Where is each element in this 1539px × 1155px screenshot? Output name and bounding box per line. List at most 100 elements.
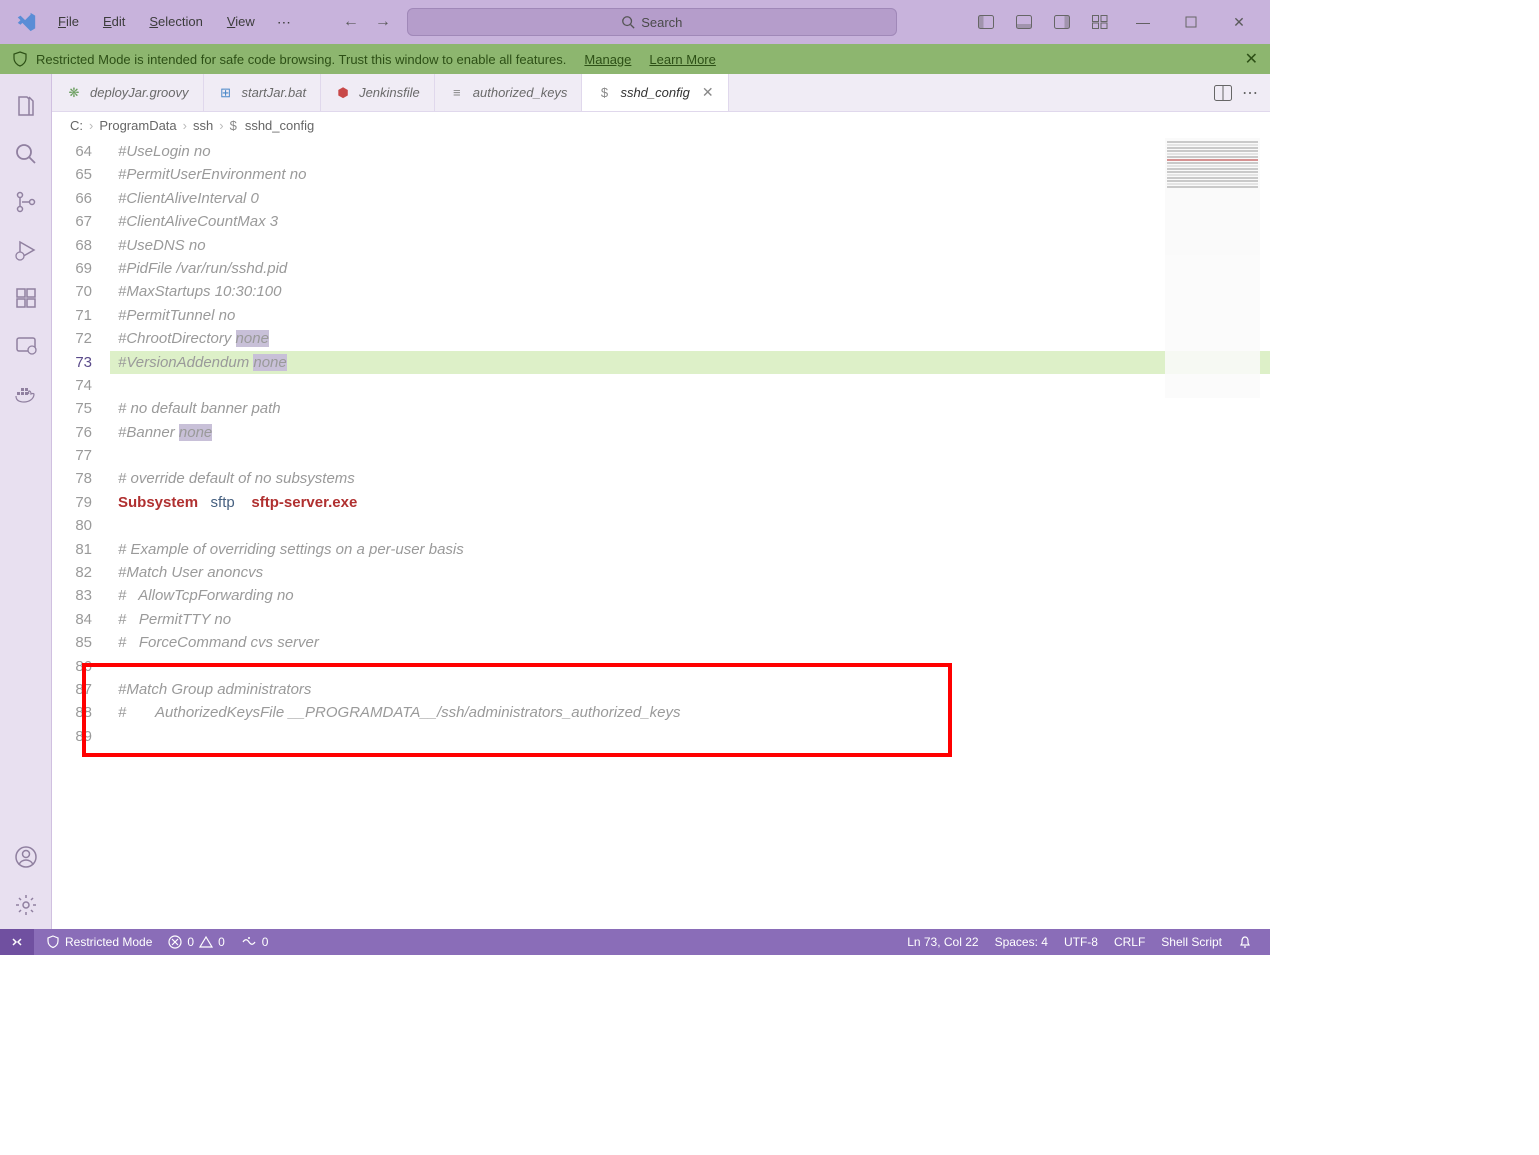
code-line[interactable] [110, 725, 1270, 748]
accounts-icon[interactable] [2, 833, 50, 881]
status-ports[interactable]: 0 [233, 935, 277, 949]
status-errors-count: 0 [187, 935, 194, 949]
tab-startjar[interactable]: ⊞ startJar.bat [204, 74, 322, 111]
status-notifications-icon[interactable] [1230, 935, 1260, 949]
run-debug-icon[interactable] [2, 226, 50, 274]
groovy-file-icon: ❋ [66, 85, 82, 101]
window-close-icon[interactable]: ✕ [1216, 4, 1262, 40]
code-line[interactable] [110, 444, 1270, 467]
tab-deployjar[interactable]: ❋ deployJar.groovy [52, 74, 204, 111]
breadcrumb-drive[interactable]: C: [70, 118, 83, 133]
customize-layout-icon[interactable] [1082, 8, 1118, 36]
vscode-logo-icon [14, 10, 38, 34]
extensions-icon[interactable] [2, 274, 50, 322]
code-line[interactable]: # PermitTTY no [110, 608, 1270, 631]
code-line[interactable]: #Match Group administrators [110, 678, 1270, 701]
code-line[interactable]: #VersionAddendum none [110, 351, 1270, 374]
remote-indicator[interactable] [0, 929, 34, 955]
code-line[interactable]: # Example of overriding settings on a pe… [110, 538, 1270, 561]
code-line[interactable]: # override default of no subsystems [110, 467, 1270, 490]
code-line[interactable]: #Match User anoncvs [110, 561, 1270, 584]
status-restricted-mode[interactable]: Restricted Mode [38, 935, 160, 949]
dollar-file-icon: $ [596, 85, 612, 101]
status-problems[interactable]: 0 0 [160, 935, 232, 949]
search-activity-icon[interactable] [2, 130, 50, 178]
layout-panel-left-icon[interactable] [968, 8, 1004, 36]
status-cursor-position[interactable]: Ln 73, Col 22 [899, 935, 986, 949]
dollar-file-icon: $ [230, 118, 237, 133]
tab-label: authorized_keys [473, 85, 568, 100]
banner-learn-link[interactable]: Learn More [649, 52, 715, 67]
banner-close-icon[interactable]: ✕ [1245, 49, 1258, 69]
tab-jenkinsfile[interactable]: ⬢ Jenkinsfile [321, 74, 435, 111]
status-restricted-label: Restricted Mode [65, 935, 152, 949]
source-control-icon[interactable] [2, 178, 50, 226]
code-line[interactable]: #ClientAliveCountMax 3 [110, 210, 1270, 233]
code-line[interactable]: #UseLogin no [110, 140, 1270, 163]
nav-back-icon[interactable]: ← [339, 10, 363, 34]
remote-explorer-icon[interactable] [2, 322, 50, 370]
code-line[interactable]: # AllowTcpForwarding no [110, 584, 1270, 607]
restricted-mode-banner: Restricted Mode is intended for safe cod… [0, 44, 1270, 74]
nav-forward-icon[interactable]: → [371, 10, 395, 34]
tab-label: startJar.bat [242, 85, 307, 100]
code-line[interactable]: #PermitUserEnvironment no [110, 163, 1270, 186]
code-line[interactable]: #ClientAliveInterval 0 [110, 187, 1270, 210]
menu-overflow[interactable]: ⋯ [269, 10, 299, 35]
menu-selection[interactable]: Selection [139, 10, 212, 35]
menu-edit[interactable]: Edit [93, 10, 135, 35]
code-line[interactable]: #MaxStartups 10:30:100 [110, 280, 1270, 303]
status-encoding[interactable]: UTF-8 [1056, 935, 1106, 949]
tab-authorizedkeys[interactable]: ≡ authorized_keys [435, 74, 583, 111]
menu-file[interactable]: File [48, 10, 89, 35]
editor-body[interactable]: 6465666768697071727374757677787980818283… [52, 138, 1270, 929]
status-eol[interactable]: CRLF [1106, 935, 1153, 949]
tab-more-icon[interactable]: ⋯ [1242, 83, 1258, 103]
code-line[interactable]: #UseDNS no [110, 234, 1270, 257]
editor-tabs: ❋ deployJar.groovy ⊞ startJar.bat ⬢ Jenk… [52, 74, 1270, 112]
code-line[interactable]: Subsystem sftp sftp-server.exe [110, 491, 1270, 514]
bat-file-icon: ⊞ [218, 85, 234, 101]
status-bar: Restricted Mode 0 0 0 Ln 73, Col 22 Spac… [0, 929, 1270, 955]
code-line[interactable]: # ForceCommand cvs server [110, 631, 1270, 654]
menu-bar: File Edit Selection View ⋯ [48, 10, 299, 35]
code-line[interactable]: # no default banner path [110, 397, 1270, 420]
settings-gear-icon[interactable] [2, 881, 50, 929]
status-language[interactable]: Shell Script [1153, 935, 1230, 949]
breadcrumb-ssh[interactable]: ssh [193, 118, 213, 133]
tab-label: sshd_config [620, 85, 689, 100]
breadcrumb-programdata[interactable]: ProgramData [99, 118, 176, 133]
text-file-icon: ≡ [449, 85, 465, 101]
code-line[interactable]: #Banner none [110, 421, 1270, 444]
chevron-right-icon: › [219, 118, 223, 133]
docker-icon[interactable] [2, 370, 50, 418]
code-line[interactable]: #ChrootDirectory none [110, 327, 1270, 350]
code-line[interactable]: #PidFile /var/run/sshd.pid [110, 257, 1270, 280]
tab-sshdconfig[interactable]: $ sshd_config ✕ [582, 74, 728, 111]
window-maximize-icon[interactable] [1168, 4, 1214, 40]
layout-panel-bottom-icon[interactable] [1006, 8, 1042, 36]
minimap[interactable] [1165, 138, 1260, 398]
menu-view[interactable]: View [217, 10, 265, 35]
window-minimize-icon[interactable]: — [1120, 4, 1166, 40]
layout-panel-right-icon[interactable] [1044, 8, 1080, 36]
code-line[interactable] [110, 514, 1270, 537]
command-center-search[interactable]: Search [407, 8, 897, 36]
explorer-icon[interactable] [2, 82, 50, 130]
activity-bar [0, 74, 52, 929]
code-content[interactable]: #UseLogin no#PermitUserEnvironment no#Cl… [110, 138, 1270, 929]
breadcrumb-file[interactable]: sshd_config [245, 118, 314, 133]
banner-manage-link[interactable]: Manage [584, 52, 631, 67]
code-line[interactable] [110, 374, 1270, 397]
code-line[interactable]: # AuthorizedKeysFile __PROGRAMDATA__/ssh… [110, 701, 1270, 724]
tab-close-icon[interactable]: ✕ [702, 84, 714, 101]
tab-label: deployJar.groovy [90, 85, 189, 100]
search-placeholder: Search [641, 15, 682, 30]
nav-arrows: ← → [339, 10, 395, 34]
banner-text: Restricted Mode is intended for safe cod… [36, 52, 566, 67]
code-line[interactable] [110, 655, 1270, 678]
code-line[interactable]: #PermitTunnel no [110, 304, 1270, 327]
status-indentation[interactable]: Spaces: 4 [987, 935, 1056, 949]
jenkins-file-icon: ⬢ [335, 85, 351, 101]
split-editor-icon[interactable] [1214, 85, 1232, 101]
